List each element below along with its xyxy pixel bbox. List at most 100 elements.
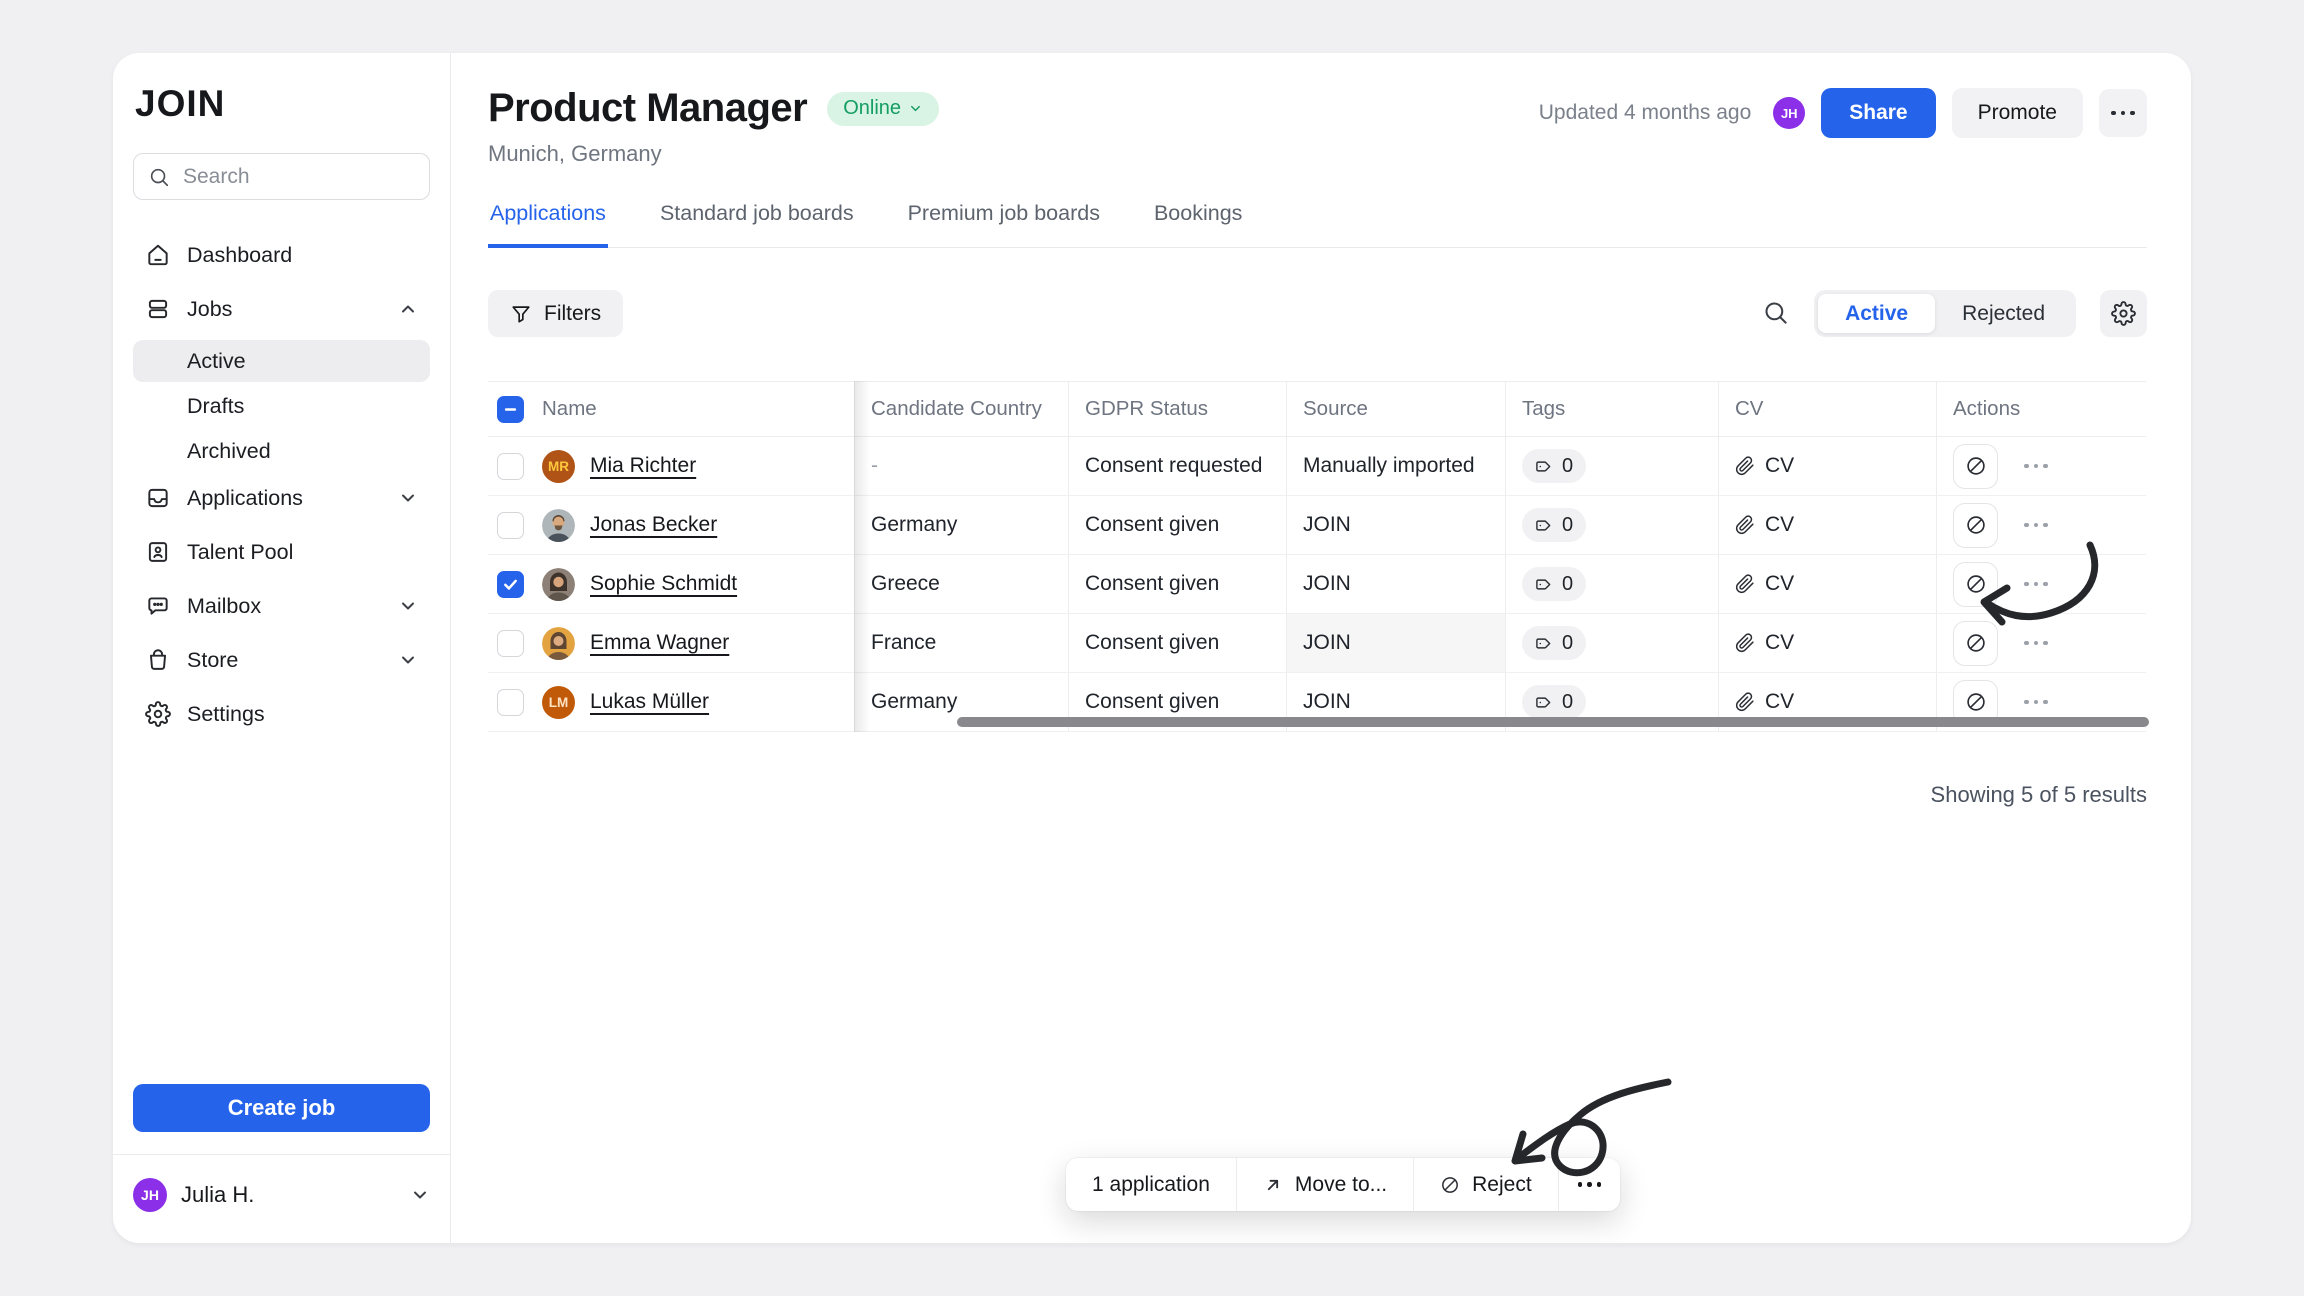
recruiter-avatar: JH [1773,97,1805,129]
chevron-down-icon [908,101,923,116]
candidate-name-link[interactable]: Mia Richter [590,454,696,478]
row-more-icon[interactable] [2024,641,2048,646]
sidebar-item-mailbox[interactable]: Mailbox [133,583,430,629]
chevron-up-icon [398,299,418,319]
sidebar-item-applications[interactable]: Applications [133,475,430,521]
tab-applications[interactable]: Applications [488,197,608,248]
paperclip-icon [1735,574,1755,594]
slash-circle-icon [1965,632,1987,654]
source-cell: JOIN [1286,555,1505,613]
arrow-up-right-icon [1263,1175,1283,1195]
promote-button[interactable]: Promote [1952,88,2083,138]
row-reject-button[interactable] [1953,562,1998,607]
idcard-icon [145,539,171,565]
table-row: Jonas Becker Germany Consent given JOIN … [488,496,2146,555]
row-checkbox[interactable] [497,630,524,657]
sidebar-item-talent-pool[interactable]: Talent Pool [133,529,430,575]
tab-bookings[interactable]: Bookings [1152,197,1244,248]
row-reject-button[interactable] [1953,621,1998,666]
sidebar-item-archived[interactable]: Archived [133,430,430,472]
home-icon [145,242,171,268]
row-checkbox[interactable] [497,689,524,716]
tab-premium-job-boards[interactable]: Premium job boards [906,197,1102,248]
paperclip-icon [1735,692,1755,712]
tags-pill[interactable]: 0 [1522,567,1586,601]
sidebar-item-dashboard[interactable]: Dashboard [133,232,430,278]
sidebar-item-store[interactable]: Store [133,637,430,683]
cv-link[interactable]: CV [1735,572,1794,596]
candidate-avatar: LM [542,686,575,719]
search-icon [1762,299,1789,326]
row-more-icon[interactable] [2024,582,2048,587]
column-header-country[interactable]: Candidate Country [854,382,1068,436]
column-header-source[interactable]: Source [1286,382,1505,436]
sidebar-item-active[interactable]: Active [133,340,430,382]
toggle-rejected[interactable]: Rejected [1935,294,2072,333]
column-header-name[interactable]: Name [532,382,854,436]
select-all-checkbox[interactable] [497,396,524,423]
applications-toolbar: Filters ActiveRejected [488,290,2147,337]
job-header: Product Manager Online Munich, Germany U… [488,86,2147,167]
cv-link[interactable]: CV [1735,631,1794,655]
selection-count: 1 application [1066,1158,1236,1211]
slash-circle-icon [1440,1175,1460,1195]
job-status-badge[interactable]: Online [827,92,939,126]
bulk-more-button[interactable] [1558,1158,1621,1211]
candidate-name-link[interactable]: Lukas Müller [590,690,709,714]
table-search-button[interactable] [1760,299,1790,329]
row-more-icon[interactable] [2024,700,2048,705]
table-settings-button[interactable] [2100,290,2147,337]
paperclip-icon [1735,515,1755,535]
cv-link[interactable]: CV [1735,690,1794,714]
chevron-down-icon [398,488,418,508]
toggle-active[interactable]: Active [1818,294,1935,333]
user-menu[interactable]: JH Julia H. [133,1171,430,1219]
candidate-name-link[interactable]: Jonas Becker [590,513,717,537]
column-header-cv[interactable]: CV [1718,382,1936,436]
tags-pill[interactable]: 0 [1522,626,1586,660]
source-cell: JOIN [1286,614,1505,672]
sidebar-item-settings[interactable]: Settings [133,691,430,737]
country-cell: Greece [854,555,1068,613]
row-reject-button[interactable] [1953,503,1998,548]
candidate-avatar [542,509,575,542]
column-header-gdpr[interactable]: GDPR Status [1068,382,1286,436]
filters-button[interactable]: Filters [488,290,623,337]
move-to-button[interactable]: Move to... [1236,1158,1413,1211]
tags-pill[interactable]: 0 [1522,685,1586,719]
row-checkbox[interactable] [497,512,524,539]
column-header-tags[interactable]: Tags [1505,382,1718,436]
sidebar-item-jobs[interactable]: Jobs [133,286,430,332]
column-header-actions[interactable]: Actions [1936,382,2146,436]
row-checkbox[interactable] [497,571,524,598]
funnel-icon [510,303,532,325]
cv-link[interactable]: CV [1735,513,1794,537]
create-job-button[interactable]: Create job [133,1084,430,1132]
gdpr-status-cell: Consent given [1068,496,1286,554]
row-more-icon[interactable] [2024,523,2048,528]
country-cell: - [854,437,1068,495]
tab-standard-job-boards[interactable]: Standard job boards [658,197,856,248]
search-input[interactable]: Search [133,153,430,200]
table-row: Emma Wagner France Consent given JOIN 0 … [488,614,2146,673]
chat-icon [145,593,171,619]
indeterminate-dash-icon [501,400,520,419]
more-icon [2111,111,2135,116]
sidebar-item-drafts[interactable]: Drafts [133,385,430,427]
reject-button[interactable]: Reject [1413,1158,1558,1211]
share-button[interactable]: Share [1821,88,1935,138]
tags-pill[interactable]: 0 [1522,508,1586,542]
candidate-name-link[interactable]: Emma Wagner [590,631,729,655]
cv-link[interactable]: CV [1735,454,1794,478]
row-more-icon[interactable] [2024,464,2048,469]
job-location: Munich, Germany [488,141,939,167]
row-checkbox[interactable] [497,453,524,480]
tags-pill[interactable]: 0 [1522,449,1586,483]
candidate-name-link[interactable]: Sophie Schmidt [590,572,737,596]
horizontal-scrollbar[interactable] [957,717,2149,727]
updated-timestamp: Updated 4 months ago [1539,101,1751,125]
bulk-action-bar: 1 application Move to... Reject [1066,1158,1620,1211]
header-more-button[interactable] [2099,89,2147,137]
sidebar-nav: Dashboard Jobs Active Drafts Archived Ap… [133,232,430,745]
row-reject-button[interactable] [1953,444,1998,489]
